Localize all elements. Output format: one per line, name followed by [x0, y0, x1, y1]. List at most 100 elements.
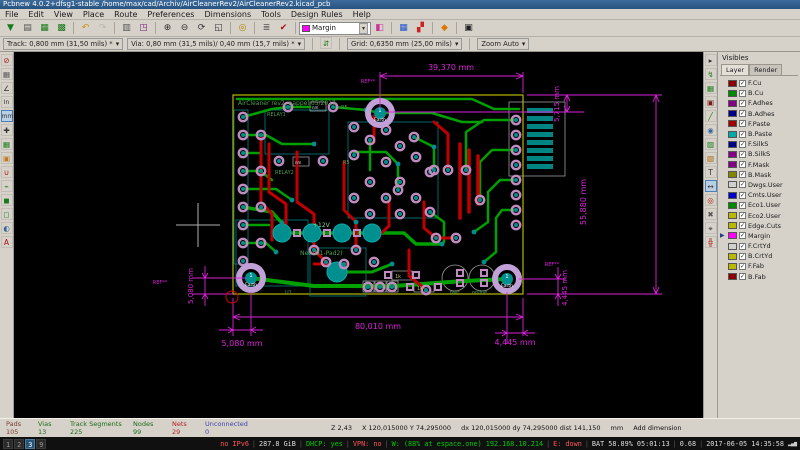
local-ratsnest-tool-button[interactable]: ▦: [704, 82, 717, 94]
layer-visibility-checkbox[interactable]: ✓: [739, 120, 746, 128]
layer-visibility-checkbox[interactable]: ✓: [739, 181, 746, 189]
add-via-tool-button[interactable]: ◉: [704, 124, 717, 136]
cursor-shape-button[interactable]: ✚: [0, 124, 13, 136]
read-netlist-button[interactable]: ≣: [259, 21, 274, 35]
menu-design-rules[interactable]: Design Rules: [286, 10, 348, 19]
invert-layer-button[interactable]: ◧: [372, 21, 387, 35]
zones-outline-button[interactable]: ◻: [0, 208, 13, 220]
workspace-button-3[interactable]: 3: [25, 438, 36, 449]
add-target-tool-button[interactable]: ◎: [704, 194, 717, 206]
layer-visibility-checkbox[interactable]: ✓: [739, 99, 746, 107]
ratsnest-general-button[interactable]: ▦: [0, 138, 13, 150]
undo-button[interactable]: ↶: [78, 21, 93, 35]
layer-row-b-fab[interactable]: ✓ B.Fab: [722, 272, 798, 282]
layer-visibility-checkbox[interactable]: ✓: [739, 212, 746, 220]
layer-row-f-fab[interactable]: ✓ F.Fab: [722, 261, 798, 271]
redo-button[interactable]: ↷: [95, 21, 110, 35]
active-layer-select[interactable]: Margin ▾: [299, 21, 371, 35]
layer-visibility-checkbox[interactable]: ✓: [739, 150, 746, 158]
layer-visibility-checkbox[interactable]: ✓: [739, 79, 746, 87]
layer-visibility-checkbox[interactable]: ✓: [739, 222, 746, 230]
layer-visibility-checkbox[interactable]: ✓: [739, 161, 746, 169]
zoom-in-button[interactable]: ⊕: [160, 21, 175, 35]
layer-visibility-checkbox[interactable]: ✓: [739, 273, 746, 281]
layer-visibility-checkbox[interactable]: ✓: [739, 130, 746, 138]
delete-tool-button[interactable]: ✖: [704, 208, 717, 220]
layer-row-eco1-user[interactable]: ✓ Eco1.User: [722, 200, 798, 210]
layer-visibility-checkbox[interactable]: ✓: [739, 252, 746, 260]
route-track-tool-button[interactable]: ╱: [704, 110, 717, 122]
add-keepout-tool-button[interactable]: ▧: [704, 152, 717, 164]
layer-row-b-adhes[interactable]: ✓ B.Adhes: [722, 109, 798, 119]
library-browser-button[interactable]: ▩: [54, 21, 69, 35]
find-button[interactable]: ◎: [235, 21, 250, 35]
zoom-out-button[interactable]: ⊖: [177, 21, 192, 35]
drc-off-button[interactable]: ⊘: [0, 54, 13, 66]
grid-size-select[interactable]: Grid: 0,6350 mm (25,00 mils) ▾: [347, 38, 463, 50]
highlight-net-tool-button[interactable]: ↯: [704, 68, 717, 80]
layer-row-margin[interactable]: ▶ ✓ Margin: [720, 231, 798, 241]
layer-visibility-checkbox[interactable]: ✓: [739, 110, 746, 118]
polar-coords-button[interactable]: ∠: [0, 82, 13, 94]
layer-visibility-checkbox[interactable]: ✓: [739, 232, 746, 240]
layer-row-f-cu[interactable]: ✓ F.Cu: [722, 78, 798, 88]
layer-row-eco2-user[interactable]: ✓ Eco2.User: [722, 210, 798, 220]
print-button[interactable]: ▥: [119, 21, 134, 35]
ratsnest-module-button[interactable]: ▣: [0, 152, 13, 164]
high-contrast-button[interactable]: ◐: [0, 222, 13, 234]
menu-view[interactable]: View: [49, 10, 78, 19]
layer-row-f-mask[interactable]: ✓ F.Mask: [722, 160, 798, 170]
menu-edit[interactable]: Edit: [23, 10, 49, 19]
layer-row-b-crtyd[interactable]: ✓ B.CrtYd: [722, 251, 798, 261]
add-text-tool-button[interactable]: T: [704, 166, 717, 178]
zoom-fit-button[interactable]: ◱: [211, 21, 226, 35]
grid-style-button[interactable]: ▦: [396, 21, 411, 35]
layer-row-b-cu[interactable]: ✓ B.Cu: [722, 88, 798, 98]
add-zone-tool-button[interactable]: ▨: [704, 138, 717, 150]
layer-row-edge-cuts[interactable]: ✓ Edge.Cuts: [722, 221, 798, 231]
ratsnest-suppress-button[interactable]: ∪: [0, 166, 13, 178]
workspace-button-1[interactable]: 1: [3, 438, 14, 449]
layer-visibility-checkbox[interactable]: ✓: [739, 262, 746, 270]
layer-row-f-silks[interactable]: ✓ F.SilkS: [722, 139, 798, 149]
layer-row-b-mask[interactable]: ✓ B.Mask: [722, 170, 798, 180]
layer-visibility-checkbox[interactable]: ✓: [739, 191, 746, 199]
track-autodelete-button[interactable]: ⌁: [0, 180, 13, 192]
layer-row-b-paste[interactable]: ✓ B.Paste: [722, 129, 798, 139]
redraw-button[interactable]: ⟳: [194, 21, 209, 35]
layer-visibility-checkbox[interactable]: ✓: [739, 201, 746, 209]
tab-layer[interactable]: Layer: [721, 64, 750, 75]
layer-visibility-checkbox[interactable]: ✓: [739, 140, 746, 148]
add-footprint-tool-button[interactable]: ▣: [704, 96, 717, 108]
module-editor-button[interactable]: ▦: [37, 21, 52, 35]
layer-row-f-crtyd[interactable]: ✓ F.CrtYd: [722, 241, 798, 251]
zones-show-button[interactable]: ◼: [0, 194, 13, 206]
ratsnest-mode-button[interactable]: ▞: [413, 21, 428, 35]
units-inch-button[interactable]: In: [0, 96, 13, 108]
menu-help[interactable]: Help: [348, 10, 376, 19]
workspace-button-2[interactable]: 2: [14, 438, 25, 449]
plot-button[interactable]: ◳: [136, 21, 151, 35]
drc-button[interactable]: ✔: [276, 21, 291, 35]
layer-row-f-adhes[interactable]: ✓ F.Adhes: [722, 98, 798, 108]
place-origin-tool-button[interactable]: ⌖: [704, 222, 717, 234]
workspace-button-9[interactable]: 9: [36, 438, 47, 449]
menu-route[interactable]: Route: [109, 10, 142, 19]
units-mm-button[interactable]: mm: [0, 110, 13, 122]
zoom-select[interactable]: Zoom Auto ▾: [477, 38, 530, 50]
edit-footprint-text-button[interactable]: A: [0, 236, 13, 248]
track-width-select[interactable]: Track: 0,800 mm (31,50 mils) * ▾: [3, 38, 124, 50]
grid-origin-tool-button[interactable]: ╬: [704, 236, 717, 248]
page-settings-button[interactable]: ▤: [20, 21, 35, 35]
pcb-canvas[interactable]: 1Earth1Earth1EarthAirCleaner rev2. nappe…: [14, 52, 703, 418]
layer-visibility-checkbox[interactable]: ✓: [739, 171, 746, 179]
menu-place[interactable]: Place: [78, 10, 109, 19]
grid-hide-button[interactable]: ▦: [0, 68, 13, 80]
save-board-button[interactable]: ▼: [3, 21, 18, 35]
microwave-tool-button[interactable]: ◆: [437, 21, 452, 35]
via-size-select[interactable]: Via: 0,80 mm (31,5 mils)/ 0,40 mm (15,7 …: [127, 38, 306, 50]
tab-render[interactable]: Render: [749, 64, 783, 75]
menu-file[interactable]: File: [0, 10, 23, 19]
layer-visibility-checkbox[interactable]: ✓: [739, 89, 746, 97]
menu-dimensions[interactable]: Dimensions: [199, 10, 256, 19]
